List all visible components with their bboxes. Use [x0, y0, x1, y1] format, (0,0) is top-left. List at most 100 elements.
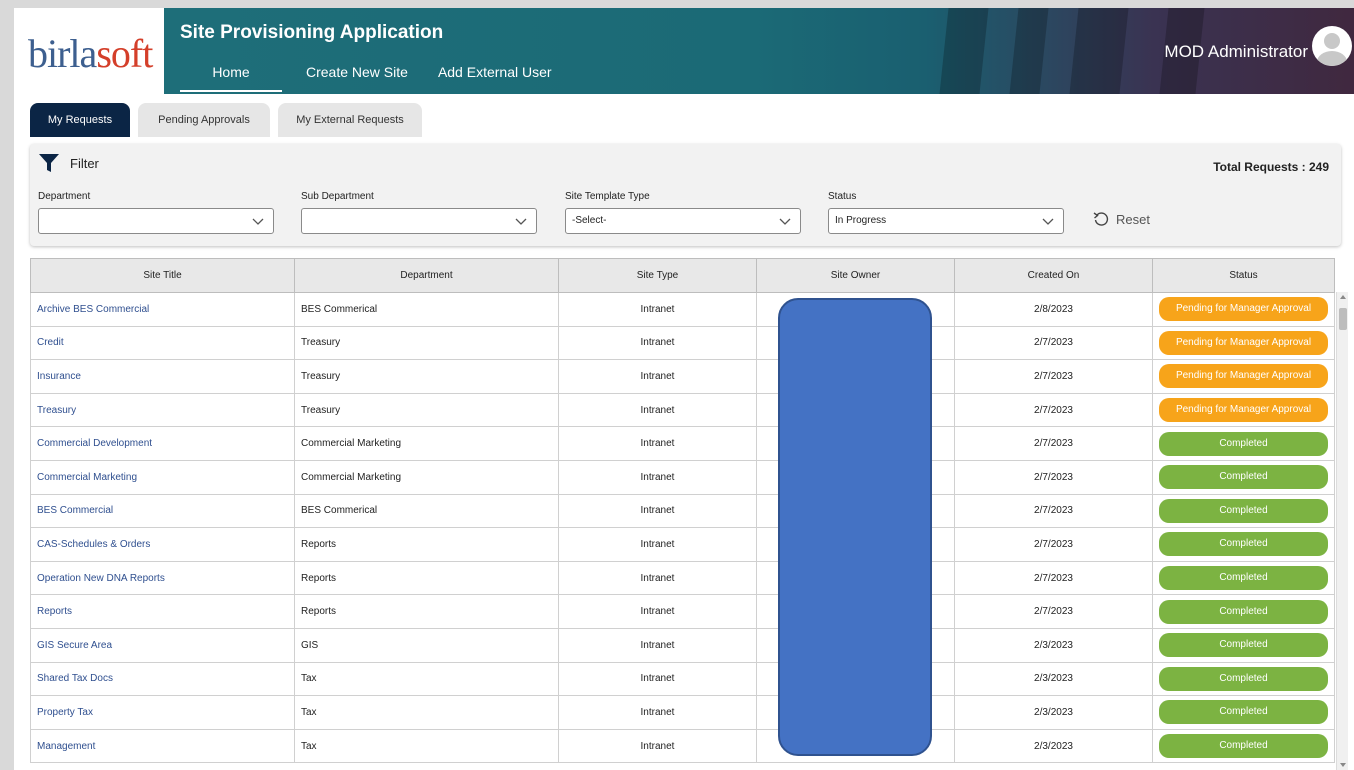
department-cell: Reports: [294, 527, 559, 562]
tab-my-requests[interactable]: My Requests: [30, 103, 130, 137]
scroll-down-icon[interactable]: [1340, 763, 1346, 767]
status-badge[interactable]: Completed: [1159, 431, 1328, 456]
table-row[interactable]: CAS-Schedules & Orders Reports Intranet 2/7…: [30, 527, 1335, 562]
avatar[interactable]: [1312, 26, 1352, 66]
site-title-link[interactable]: Commercial Marketing: [30, 459, 295, 495]
site-title-link[interactable]: Shared Tax Docs: [30, 661, 295, 697]
status-badge[interactable]: Completed: [1159, 599, 1328, 624]
site-title-link[interactable]: Operation New DNA Reports: [30, 560, 295, 596]
table-row[interactable]: GIS Secure Area GIS Intranet 2/3/2023 Comple…: [30, 627, 1335, 663]
sub-department-filter: Sub Department: [301, 191, 537, 234]
department-cell: BES Commerical: [294, 493, 559, 529]
nav-create-new-site[interactable]: Create New Site: [306, 64, 408, 92]
table-row[interactable]: Credit Treasury Intranet 2/7/2023 Pending fo…: [30, 325, 1335, 361]
column-header-department[interactable]: Department: [294, 258, 559, 293]
header-decoration: [939, 8, 989, 94]
site-title-link[interactable]: Property Tax: [30, 695, 295, 730]
site-title-link[interactable]: BES Commercial: [30, 493, 295, 529]
site-type-cell: Intranet: [558, 459, 757, 495]
site-title-link[interactable]: Management: [30, 728, 295, 764]
created-on-cell: 2/7/2023: [954, 426, 1153, 461]
created-on-cell: 2/3/2023: [954, 695, 1153, 730]
status-cell: Pending for Manager Approval: [1152, 359, 1335, 394]
column-header-site-owner[interactable]: Site Owner: [756, 258, 955, 293]
status-badge[interactable]: Completed: [1159, 566, 1328, 591]
requests-table-container: Site Title Department Site Type Site Own…: [30, 258, 1350, 770]
site-title-link[interactable]: CAS-Schedules & Orders: [30, 527, 295, 562]
column-header-created-on[interactable]: Created On: [954, 258, 1153, 293]
status-badge[interactable]: Pending for Manager Approval: [1159, 364, 1328, 389]
site-title-link[interactable]: GIS Secure Area: [30, 627, 295, 663]
status-badge[interactable]: Pending for Manager Approval: [1159, 297, 1328, 322]
created-on-cell: 2/8/2023: [954, 292, 1153, 327]
site-type-cell: Intranet: [558, 493, 757, 529]
table-row[interactable]: Operation New DNA Reports Reports Intranet…: [30, 560, 1335, 596]
site-type-cell: Intranet: [558, 527, 757, 562]
table-row[interactable]: Reports Reports Intranet 2/7/2023 Completed: [30, 594, 1335, 629]
request-tabs: My Requests Pending Approvals My Externa…: [30, 103, 422, 137]
site-type-cell: Intranet: [558, 728, 757, 764]
site-title-link[interactable]: Insurance: [30, 359, 295, 394]
site-template-filter: Site Template Type -Select-: [565, 191, 801, 234]
table-row[interactable]: Property Tax Tax Intranet 2/3/2023 Completed: [30, 695, 1335, 730]
app-window: birlasoft Site Provisioning Application …: [14, 8, 1354, 770]
table-scrollbar[interactable]: [1336, 292, 1348, 770]
table-row[interactable]: Shared Tax Docs Tax Intranet 2/3/2023 Comple…: [30, 661, 1335, 697]
department-cell: Commercial Marketing: [294, 426, 559, 461]
table-row[interactable]: Commercial Development Commercial Marketi…: [30, 426, 1335, 461]
site-title-link[interactable]: Treasury: [30, 392, 295, 428]
top-nav: Home Create New Site Add External User: [180, 64, 552, 92]
app-header: birlasoft Site Provisioning Application …: [14, 8, 1354, 94]
department-select[interactable]: [38, 208, 274, 234]
status-badge[interactable]: Completed: [1159, 465, 1328, 490]
created-on-cell: 2/7/2023: [954, 560, 1153, 596]
site-title-link[interactable]: Reports: [30, 594, 295, 629]
site-title-link[interactable]: Archive BES Commercial: [30, 292, 295, 327]
created-on-cell: 2/7/2023: [954, 493, 1153, 529]
table-row[interactable]: Insurance Treasury Intranet 2/7/2023 Pending…: [30, 359, 1335, 394]
status-value: In Progress: [835, 215, 887, 226]
reset-button[interactable]: Reset: [1092, 210, 1150, 228]
table-row[interactable]: Management Tax Intranet 2/3/2023 Completed: [30, 728, 1335, 764]
created-on-cell: 2/7/2023: [954, 359, 1153, 394]
filter-label: Filter: [70, 156, 99, 171]
column-header-status[interactable]: Status: [1152, 258, 1335, 293]
table-row[interactable]: BES Commercial BES Commerical Intranet 2/7/…: [30, 493, 1335, 529]
status-badge[interactable]: Completed: [1159, 633, 1328, 658]
table-row[interactable]: Archive BES Commercial BES Commerical Intr…: [30, 292, 1335, 327]
site-title-link[interactable]: Credit: [30, 325, 295, 361]
site-template-select[interactable]: -Select-: [565, 208, 801, 234]
sub-department-select[interactable]: [301, 208, 537, 234]
tab-pending-approvals[interactable]: Pending Approvals: [138, 103, 270, 137]
department-cell: Tax: [294, 728, 559, 764]
site-template-value: -Select-: [572, 215, 607, 226]
department-cell: Treasury: [294, 325, 559, 361]
user-name[interactable]: MOD Administrator: [1164, 42, 1308, 62]
status-label: Status: [828, 191, 857, 202]
department-cell: GIS: [294, 627, 559, 663]
scroll-up-icon[interactable]: [1340, 295, 1346, 299]
status-badge[interactable]: Completed: [1159, 734, 1328, 759]
site-type-cell: Intranet: [558, 392, 757, 428]
tab-my-external-requests[interactable]: My External Requests: [278, 103, 422, 137]
status-badge[interactable]: Pending for Manager Approval: [1159, 330, 1328, 355]
status-cell: Completed: [1152, 728, 1335, 764]
status-cell: Completed: [1152, 661, 1335, 697]
department-cell: Treasury: [294, 359, 559, 394]
table-row[interactable]: Treasury Treasury Intranet 2/7/2023 Pending …: [30, 392, 1335, 428]
status-select[interactable]: In Progress: [828, 208, 1064, 234]
column-header-site-type[interactable]: Site Type: [558, 258, 757, 293]
scroll-thumb[interactable]: [1339, 308, 1347, 330]
status-badge[interactable]: Completed: [1159, 532, 1328, 557]
column-header-site-title[interactable]: Site Title: [30, 258, 295, 293]
status-badge[interactable]: Completed: [1159, 498, 1328, 523]
status-badge[interactable]: Pending for Manager Approval: [1159, 398, 1328, 423]
created-on-cell: 2/7/2023: [954, 594, 1153, 629]
site-title-link[interactable]: Commercial Development: [30, 426, 295, 461]
created-on-cell: 2/7/2023: [954, 392, 1153, 428]
table-row[interactable]: Commercial Marketing Commercial Marketing…: [30, 459, 1335, 495]
status-badge[interactable]: Completed: [1159, 700, 1328, 725]
status-badge[interactable]: Completed: [1159, 666, 1328, 691]
nav-add-external-user[interactable]: Add External User: [438, 64, 552, 92]
nav-home[interactable]: Home: [180, 64, 282, 92]
